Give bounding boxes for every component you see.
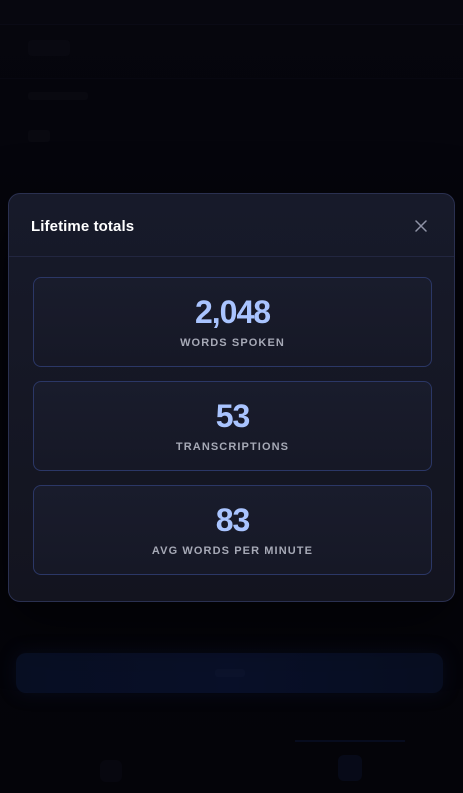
- stat-label: TRANSCRIPTIONS: [175, 441, 290, 453]
- stat-card-transcriptions: 53 TRANSCRIPTIONS: [33, 381, 432, 471]
- close-button[interactable]: [410, 215, 432, 237]
- stat-value: 83: [215, 502, 251, 538]
- close-icon: [415, 220, 427, 232]
- stats-list: 2,048 WORDS SPOKEN 53 TRANSCRIPTIONS 83 …: [33, 277, 432, 589]
- stat-label: AVG WORDS PER MINUTE: [151, 545, 314, 557]
- stat-card-avg-words-per-minute: 83 AVG WORDS PER MINUTE: [33, 485, 432, 575]
- dialog-title: Lifetime totals: [31, 218, 135, 235]
- stat-label: WORDS SPOKEN: [180, 337, 285, 349]
- stat-card-words-spoken: 2,048 WORDS SPOKEN: [33, 277, 432, 367]
- dialog-header: Lifetime totals: [9, 194, 454, 257]
- lifetime-totals-dialog: Lifetime totals 2,048 WORDS SPOKEN 53 TR…: [8, 193, 455, 602]
- stat-value: 2,048: [194, 294, 271, 330]
- stat-value: 53: [215, 398, 251, 434]
